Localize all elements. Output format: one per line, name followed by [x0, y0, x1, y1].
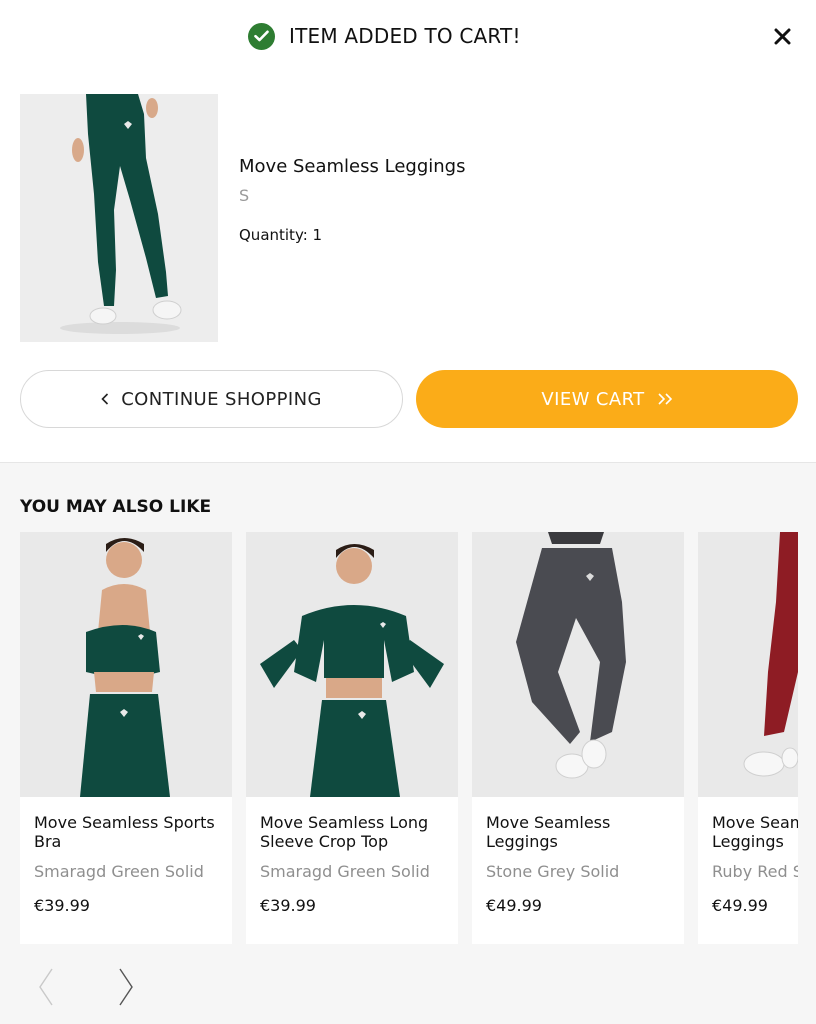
header-message: ITEM ADDED TO CART!: [248, 22, 521, 50]
chevron-right-icon: [119, 968, 133, 1006]
header-title: ITEM ADDED TO CART!: [289, 24, 521, 48]
product-image[interactable]: [246, 532, 458, 797]
chevron-left-icon: [101, 393, 109, 405]
recommendations-section: YOU MAY ALSO LIKE Move Seamless Sports B…: [0, 462, 816, 1024]
continue-shopping-button[interactable]: CONTINUE SHOPPING: [20, 370, 403, 428]
check-circle-icon: [248, 22, 275, 50]
product-carousel[interactable]: Move Seamless Sports Bra Smaragd Green S…: [20, 532, 798, 944]
added-to-cart-modal: ITEM ADDED TO CART! Move Seamless Leggin…: [0, 0, 816, 1024]
product-card[interactable]: Move Seamless Long Sleeve Crop Top Smara…: [246, 532, 458, 944]
product-color: Stone Grey Solid: [486, 862, 620, 881]
recommendations-title: YOU MAY ALSO LIKE: [20, 497, 212, 517]
product-color: Smaragd Green Solid: [34, 862, 204, 881]
product-card[interactable]: Move Seamless Sports Bra Smaragd Green S…: [20, 532, 232, 944]
added-item-image: [20, 94, 218, 342]
product-image[interactable]: [20, 532, 232, 797]
carousel-prev-button[interactable]: [34, 967, 58, 1007]
double-chevron-right-icon: [658, 393, 672, 405]
close-button[interactable]: [770, 24, 794, 48]
product-name[interactable]: Move Seamless Leggings: [486, 813, 676, 851]
product-name[interactable]: Move Seamless Sports Bra: [34, 813, 224, 851]
product-price: €39.99: [260, 896, 316, 915]
product-name[interactable]: Move Seamless Leggings: [712, 813, 798, 851]
view-cart-button[interactable]: VIEW CART: [416, 370, 798, 428]
product-image[interactable]: [698, 532, 798, 797]
modal-header: ITEM ADDED TO CART!: [0, 0, 816, 72]
product-name[interactable]: Move Seamless Long Sleeve Crop Top: [260, 813, 450, 851]
product-card[interactable]: Move Seamless Leggings Stone Grey Solid …: [472, 532, 684, 944]
close-icon: [774, 28, 790, 44]
product-price: €39.99: [34, 896, 90, 915]
product-color: Ruby Red Solid: [712, 862, 798, 881]
added-item-size: S: [239, 186, 250, 205]
product-card[interactable]: Move Seamless Leggings Ruby Red Solid €4…: [698, 532, 798, 944]
view-cart-label: VIEW CART: [541, 388, 645, 410]
added-item-name[interactable]: Move Seamless Leggings: [239, 156, 465, 177]
product-price: €49.99: [712, 896, 768, 915]
continue-shopping-label: CONTINUE SHOPPING: [121, 388, 322, 410]
product-color: Smaragd Green Solid: [260, 862, 430, 881]
product-image[interactable]: [472, 532, 684, 797]
product-price: €49.99: [486, 896, 542, 915]
added-item-quantity: Quantity: 1: [239, 226, 323, 244]
carousel-next-button[interactable]: [114, 967, 138, 1007]
chevron-left-icon: [39, 968, 53, 1006]
